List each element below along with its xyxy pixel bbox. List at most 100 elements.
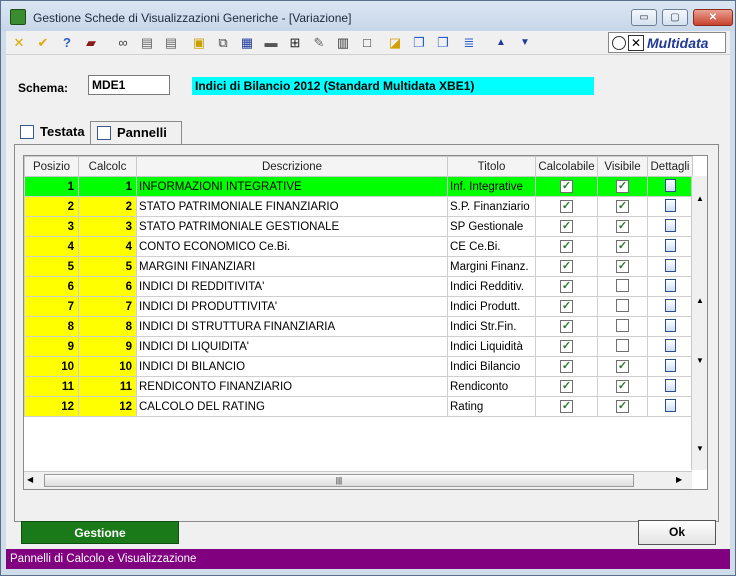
print-icon[interactable]: ▦ (238, 34, 256, 52)
cell-calcolabile[interactable]: ✓ (535, 376, 598, 397)
details-icon[interactable] (664, 358, 676, 372)
cell-posizione[interactable]: 11 (24, 376, 79, 397)
calcolabile-checkbox[interactable]: ✓ (560, 180, 573, 193)
cell-visibile[interactable]: ✓ (597, 376, 648, 397)
window-icon[interactable]: ❐ (410, 34, 428, 52)
cell-calcolo[interactable]: 3 (78, 216, 137, 237)
calcolabile-checkbox[interactable]: ✓ (560, 300, 573, 313)
cell-calcolabile[interactable]: ✓ (535, 196, 598, 217)
cell-visibile[interactable]: ✓ (597, 396, 648, 417)
close-button[interactable]: ✕ (693, 9, 733, 26)
col-header-posizione[interactable]: Posizio (24, 156, 79, 177)
cell-visibile[interactable] (597, 336, 648, 357)
cell-calcolo[interactable]: 5 (78, 256, 137, 277)
cell-posizione[interactable]: 5 (24, 256, 79, 277)
tab-pannelli[interactable]: Pannelli (90, 121, 182, 145)
cell-posizione[interactable]: 7 (24, 296, 79, 317)
table-row[interactable]: 6 6 INDICI DI REDDITIVITA' Indici Redditiv.… (24, 276, 693, 297)
chart-icon[interactable]: ◪ (386, 34, 404, 52)
cell-titolo[interactable]: Indici Redditiv. (447, 276, 536, 297)
preview-icon[interactable]: ▥ (334, 34, 352, 52)
details-icon[interactable] (664, 258, 676, 272)
cell-dettagli[interactable] (647, 256, 693, 277)
calcolabile-checkbox[interactable]: ✓ (560, 360, 573, 373)
cell-titolo[interactable]: Indici Str.Fin. (447, 316, 536, 337)
tag-icon[interactable]: ▣ (190, 34, 208, 52)
visibile-checkbox[interactable]: ✓ (616, 220, 629, 233)
col-header-dettagli[interactable]: Dettagli (647, 156, 693, 177)
arrow-up-icon[interactable]: ▲ (492, 34, 510, 52)
cell-visibile[interactable] (597, 316, 648, 337)
visibile-checkbox[interactable]: ✓ (616, 200, 629, 213)
calcolabile-checkbox[interactable]: ✓ (560, 340, 573, 353)
details-icon[interactable] (664, 218, 676, 232)
cell-descrizione[interactable]: STATO PATRIMONIALE FINANZIARIO (136, 196, 448, 217)
visibile-checkbox[interactable]: ✓ (616, 380, 629, 393)
cell-calcolabile[interactable]: ✓ (535, 216, 598, 237)
cell-visibile[interactable]: ✓ (597, 356, 648, 377)
scroll-up-icon[interactable]: ▲ (692, 194, 707, 204)
scroll-left-icon[interactable]: ◀ (27, 475, 33, 484)
details-icon[interactable] (664, 298, 676, 312)
cell-titolo[interactable]: SP Gestionale (447, 216, 536, 237)
cell-descrizione[interactable]: INDICI DI STRUTTURA FINANZIARIA (136, 316, 448, 337)
calcolabile-checkbox[interactable]: ✓ (560, 200, 573, 213)
calcolabile-checkbox[interactable]: ✓ (560, 260, 573, 273)
details-icon[interactable] (664, 338, 676, 352)
cell-calcolo[interactable]: 11 (78, 376, 137, 397)
cell-visibile[interactable]: ✓ (597, 256, 648, 277)
cell-posizione[interactable]: 12 (24, 396, 79, 417)
table-row[interactable]: 12 12 CALCOLO DEL RATING Rating ✓ ✓ (24, 396, 693, 417)
cell-calcolabile[interactable]: ✓ (535, 316, 598, 337)
help-icon[interactable]: ? (58, 34, 76, 52)
cell-descrizione[interactable]: INFORMAZIONI INTEGRATIVE (136, 176, 448, 197)
table-row[interactable]: 11 11 RENDICONTO FINANZIARIO Rendiconto ✓ ✓ (24, 376, 693, 397)
cancel-icon[interactable]: ✕ (10, 34, 28, 52)
cell-visibile[interactable]: ✓ (597, 176, 648, 197)
cell-calcolo[interactable]: 7 (78, 296, 137, 317)
cell-titolo[interactable]: Rendiconto (447, 376, 536, 397)
calcolabile-checkbox[interactable]: ✓ (560, 240, 573, 253)
page-icon[interactable]: □ (358, 34, 376, 52)
document-icon[interactable]: ▤ (138, 34, 156, 52)
cell-descrizione[interactable]: INDICI DI LIQUIDITA' (136, 336, 448, 357)
cell-dettagli[interactable] (647, 376, 693, 397)
cell-dettagli[interactable] (647, 316, 693, 337)
cell-visibile[interactable]: ✓ (597, 196, 648, 217)
cell-descrizione[interactable]: RENDICONTO FINANZIARIO (136, 376, 448, 397)
copy-icon[interactable]: ⧉ (214, 34, 232, 52)
gestione-button[interactable]: Gestione (21, 521, 179, 544)
visibile-checkbox[interactable]: ✓ (616, 360, 629, 373)
grid-icon[interactable]: ⊞ (286, 34, 304, 52)
cell-posizione[interactable]: 3 (24, 216, 79, 237)
screen-icon[interactable]: ▬ (262, 34, 280, 52)
table-row[interactable]: 5 5 MARGINI FINANZIARI Margini Finanz. ✓ ✓ (24, 256, 693, 277)
table-row[interactable]: 9 9 INDICI DI LIQUIDITA' Indici Liquidità ✓ (24, 336, 693, 357)
cell-descrizione[interactable]: CONTO ECONOMICO Ce.Bi. (136, 236, 448, 257)
details-icon[interactable] (664, 198, 676, 212)
minimize-button[interactable]: ▭ (631, 9, 657, 26)
scroll-right-icon[interactable]: ▶ (676, 475, 682, 484)
details-icon[interactable] (664, 278, 676, 292)
cell-dettagli[interactable] (647, 276, 693, 297)
col-header-calcolo[interactable]: Calcolc (78, 156, 137, 177)
cell-titolo[interactable]: Indici Produtt. (447, 296, 536, 317)
scroll-down-icon[interactable]: ▼ (692, 444, 707, 454)
calcolabile-checkbox[interactable]: ✓ (560, 400, 573, 413)
col-header-calcolabile[interactable]: Calcolabile (535, 156, 598, 177)
cell-descrizione[interactable]: INDICI DI BILANCIO (136, 356, 448, 377)
table-row[interactable]: 2 2 STATO PATRIMONIALE FINANZIARIO S.P. Fin… (24, 196, 693, 217)
cell-calcolo[interactable]: 10 (78, 356, 137, 377)
visibile-checkbox[interactable] (616, 338, 629, 352)
table-row[interactable]: 7 7 INDICI DI PRODUTTIVITA' Indici Produtt.… (24, 296, 693, 317)
cell-dettagli[interactable] (647, 176, 693, 197)
table-row[interactable]: 4 4 CONTO ECONOMICO Ce.Bi. CE Ce.Bi. ✓ ✓ (24, 236, 693, 257)
cell-titolo[interactable]: Indici Bilancio (447, 356, 536, 377)
cell-descrizione[interactable]: INDICI DI PRODUTTIVITA' (136, 296, 448, 317)
cell-dettagli[interactable] (647, 216, 693, 237)
cell-calcolabile[interactable]: ✓ (535, 336, 598, 357)
visibile-checkbox[interactable] (616, 278, 629, 292)
ok-button[interactable]: Ok (638, 520, 716, 545)
cell-titolo[interactable]: CE Ce.Bi. (447, 236, 536, 257)
cell-calcolo[interactable]: 6 (78, 276, 137, 297)
